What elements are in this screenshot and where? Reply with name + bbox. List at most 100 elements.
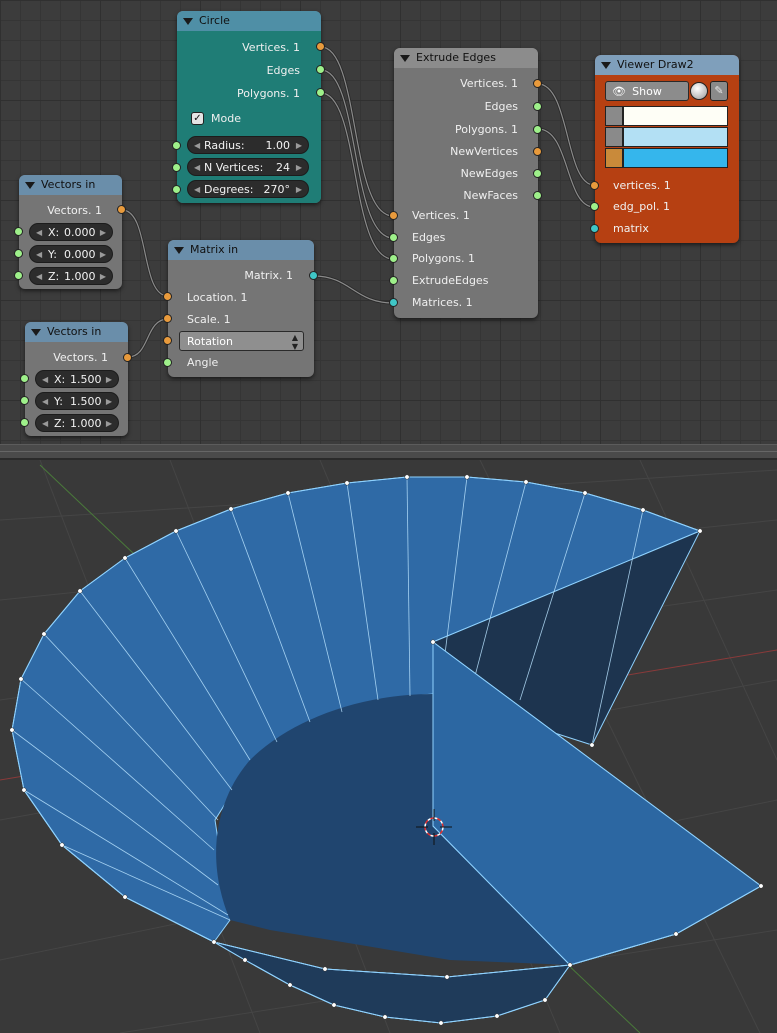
bake-tool-button[interactable]: ✎ — [710, 81, 728, 101]
y-value: 0.000 — [64, 248, 96, 261]
output-edges-socket[interactable] — [533, 102, 542, 111]
output-vertices-socket[interactable] — [316, 42, 325, 51]
updown-arrows-icon: ▲ ▼ — [291, 333, 298, 351]
input-n-vertices-socket[interactable] — [172, 163, 181, 172]
shading-sphere-button[interactable] — [690, 82, 708, 100]
output-edges-label: Edges — [484, 100, 518, 113]
x-value: 0.000 — [64, 226, 96, 239]
output-vertices-label: Vertices. 1 — [460, 77, 518, 90]
vectors-in-node-1[interactable]: Vectors in Vectors. 1 ◀ X: 0.000 ▶ ◀ Y: 0.000… — [14, 175, 126, 289]
y-field[interactable]: ◀ Y: 1.500 ▶ — [35, 392, 119, 410]
output-newfaces-socket[interactable] — [533, 191, 542, 200]
collapse-triangle-icon[interactable] — [31, 329, 41, 336]
collapse-triangle-icon[interactable] — [174, 247, 184, 254]
collapse-triangle-icon[interactable] — [183, 18, 193, 25]
output-newvertices-label: NewVertices — [450, 145, 518, 158]
scale-input-socket[interactable] — [163, 314, 172, 323]
viewer-draw-node[interactable]: Viewer Draw2 👁 Show ✎ vertices. 1 edg_pol… — [590, 55, 739, 243]
input-extrudeedges-label: ExtrudeEdges — [412, 274, 489, 287]
viewer-draw-header[interactable]: Viewer Draw2 — [595, 55, 739, 75]
output-polygons-label: Polygons. 1 — [455, 123, 518, 136]
edge-color-swatch[interactable] — [623, 127, 728, 147]
vectors-in-2-header[interactable]: Vectors in — [25, 322, 128, 342]
input-y-socket[interactable] — [20, 396, 29, 405]
rotation-dropdown[interactable]: Rotation ▲ ▼ — [179, 331, 304, 351]
input-extrudeedges-socket[interactable] — [389, 276, 398, 285]
scale-input-label: Scale. 1 — [187, 313, 231, 326]
input-polygons-socket[interactable] — [389, 254, 398, 263]
input-edg-pol-socket[interactable] — [590, 202, 599, 211]
mode-label: Mode — [211, 112, 241, 125]
location-input-label: Location. 1 — [187, 291, 248, 304]
input-z-socket[interactable] — [20, 418, 29, 427]
3d-cursor-icon[interactable] — [414, 807, 454, 847]
matrix-in-node[interactable]: Matrix in Matrix. 1 Location. 1 Scale. 1… — [163, 240, 318, 377]
matrix-output-label: Matrix. 1 — [244, 269, 293, 282]
input-matrix-socket[interactable] — [590, 224, 599, 233]
collapse-triangle-icon[interactable] — [400, 55, 410, 62]
z-label: Z: — [54, 417, 66, 430]
face-color-cube-icon — [605, 148, 623, 168]
input-edg-pol-label: edg_pol. 1 — [613, 200, 670, 213]
matrix-in-header[interactable]: Matrix in — [168, 240, 314, 260]
x-field[interactable]: ◀ X: 1.500 ▶ — [35, 370, 119, 388]
circle-node[interactable]: Circle Vertices. 1 Edges Polygons. 1 ✓ M… — [172, 11, 325, 203]
circle-node-header[interactable]: Circle — [177, 11, 321, 31]
vertex-color-swatch[interactable] — [623, 106, 728, 126]
input-x-socket[interactable] — [14, 227, 23, 236]
location-input-socket[interactable] — [163, 292, 172, 301]
vectors-in-node-2[interactable]: Vectors in Vectors. 1 ◀ X: 1.500 ▶ ◀ Y: 1.500… — [20, 322, 132, 436]
input-x-socket[interactable] — [20, 374, 29, 383]
rotation-input-socket[interactable] — [163, 336, 172, 345]
show-toggle-button[interactable]: 👁 Show — [605, 81, 689, 101]
input-edges-label: Edges — [412, 231, 446, 244]
radius-label: Radius: — [204, 139, 245, 152]
input-y-socket[interactable] — [14, 249, 23, 258]
collapse-triangle-icon[interactable] — [25, 182, 35, 189]
input-vertices-socket[interactable] — [389, 211, 398, 220]
degrees-field[interactable]: ◀ Degrees: 270° ▶ — [187, 180, 309, 198]
output-polygons-socket[interactable] — [533, 125, 542, 134]
n-vertices-label: N Vertices: — [204, 161, 264, 174]
node-editor[interactable]: Circle Vertices. 1 Edges Polygons. 1 ✓ M… — [0, 0, 777, 444]
x-label: X: — [48, 226, 60, 239]
circle-node-title: Circle — [199, 14, 230, 27]
degrees-label: Degrees: — [204, 183, 254, 196]
extrude-edges-node[interactable]: Extrude Edges Vertices. 1 Edges Polygons… — [389, 48, 542, 318]
3d-viewport[interactable] — [0, 460, 777, 1033]
output-newedges-socket[interactable] — [533, 169, 542, 178]
input-edges-socket[interactable] — [389, 233, 398, 242]
z-field[interactable]: ◀ Z: 1.000 ▶ — [29, 267, 113, 285]
output-newedges-label: NewEdges — [460, 167, 518, 180]
input-matrices-socket[interactable] — [389, 298, 398, 307]
output-polygons-socket[interactable] — [316, 88, 325, 97]
output-vertices-socket[interactable] — [533, 79, 542, 88]
output-edges-socket[interactable] — [316, 65, 325, 74]
z-field[interactable]: ◀ Z: 1.000 ▶ — [35, 414, 119, 432]
edge-color-cube-icon — [605, 127, 623, 147]
radius-field[interactable]: ◀ Radius: 1.00 ▶ — [187, 136, 309, 154]
output-edges-label: Edges — [266, 64, 300, 77]
z-value: 1.000 — [64, 270, 96, 283]
n-vertices-field[interactable]: ◀ N Vertices: 24 ▶ — [187, 158, 309, 176]
extrude-edges-header[interactable]: Extrude Edges — [394, 48, 538, 68]
mode-checkbox[interactable]: ✓ — [191, 112, 204, 125]
vectors-output-socket[interactable] — [123, 353, 132, 362]
input-z-socket[interactable] — [14, 271, 23, 280]
output-newvertices-socket[interactable] — [533, 147, 542, 156]
input-radius-socket[interactable] — [172, 141, 181, 150]
vectors-output-socket[interactable] — [117, 205, 126, 214]
x-field[interactable]: ◀ X: 0.000 ▶ — [29, 223, 113, 241]
matrix-output-socket[interactable] — [309, 271, 318, 280]
degrees-value: 270° — [263, 183, 291, 196]
input-degrees-socket[interactable] — [172, 185, 181, 194]
collapse-triangle-icon[interactable] — [601, 62, 611, 69]
eye-icon: 👁 — [612, 85, 626, 98]
output-polygons-label: Polygons. 1 — [237, 87, 300, 100]
angle-input-socket[interactable] — [163, 358, 172, 367]
face-color-swatch[interactable] — [623, 148, 728, 168]
y-field[interactable]: ◀ Y: 0.000 ▶ — [29, 245, 113, 263]
input-vertices-socket[interactable] — [590, 181, 599, 190]
vectors-in-1-header[interactable]: Vectors in — [19, 175, 122, 195]
area-splitter[interactable] — [0, 444, 777, 460]
